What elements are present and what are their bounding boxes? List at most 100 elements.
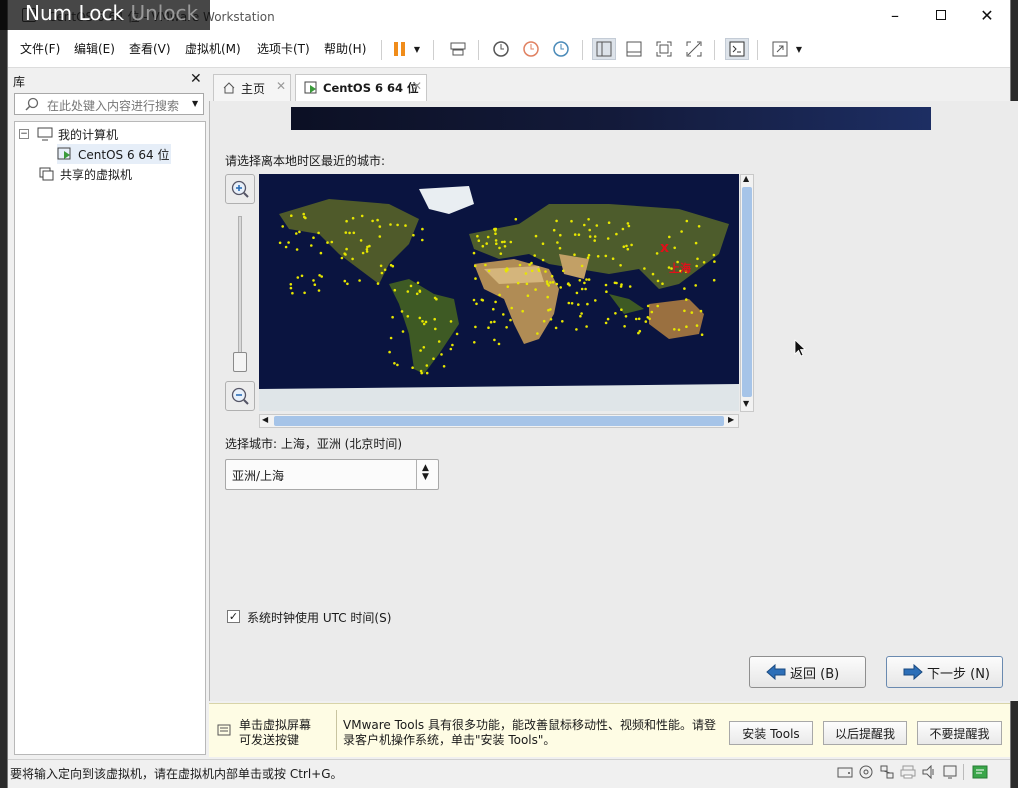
city-dot[interactable] [638, 329, 642, 333]
scroll-down-icon[interactable]: ▼ [743, 399, 749, 408]
city-dot[interactable] [418, 289, 422, 293]
city-dot[interactable] [380, 271, 384, 275]
city-dot[interactable] [505, 326, 508, 329]
minimize-button[interactable]: – [872, 0, 918, 30]
city-dot[interactable] [528, 263, 531, 266]
city-dot[interactable] [637, 317, 641, 321]
city-dot[interactable] [583, 281, 586, 285]
city-dot[interactable] [586, 256, 590, 259]
network-adapter-icon[interactable] [879, 765, 895, 779]
city-dot[interactable] [498, 246, 501, 250]
city-dot[interactable] [389, 263, 393, 267]
horizontal-scroll-thumb[interactable] [274, 416, 724, 426]
city-dot[interactable] [449, 347, 453, 351]
city-dot[interactable] [615, 232, 618, 236]
city-dot[interactable] [643, 267, 646, 270]
city-dot[interactable] [345, 247, 348, 251]
city-dot[interactable] [303, 215, 306, 219]
city-dot[interactable] [318, 274, 321, 277]
city-dot[interactable] [352, 231, 356, 235]
city-dot[interactable] [503, 245, 507, 248]
city-dot[interactable] [312, 236, 315, 239]
city-dot[interactable] [695, 324, 699, 327]
city-dot[interactable] [656, 279, 660, 283]
next-button[interactable]: 下一步 (N) [886, 656, 1003, 688]
city-dot[interactable] [546, 282, 549, 285]
city-dot[interactable] [626, 247, 630, 251]
utc-checkbox[interactable]: ✓ [227, 610, 240, 623]
city-dot[interactable] [580, 312, 583, 315]
city-dot[interactable] [685, 325, 688, 328]
city-dot[interactable] [668, 235, 671, 239]
snapshot-button[interactable] [489, 38, 513, 60]
city-dot[interactable] [300, 274, 304, 278]
city-dot[interactable] [584, 287, 587, 291]
city-dot[interactable] [545, 280, 549, 283]
city-dot[interactable] [505, 269, 508, 273]
city-dot[interactable] [442, 365, 446, 368]
city-dot[interactable] [361, 251, 365, 255]
city-dot[interactable] [509, 318, 512, 322]
city-dot[interactable] [607, 221, 611, 224]
city-dot[interactable] [499, 252, 503, 255]
city-dot[interactable] [486, 235, 490, 239]
city-dot[interactable] [489, 320, 493, 324]
city-dot[interactable] [623, 325, 626, 328]
city-dot[interactable] [281, 225, 284, 228]
city-dot[interactable] [677, 328, 681, 332]
timezone-map[interactable]: x 上海 [259, 174, 739, 411]
tab-home[interactable]: 主页 ✕ [213, 74, 291, 101]
city-dot[interactable] [561, 320, 564, 323]
city-dot[interactable] [344, 231, 348, 234]
city-dot[interactable] [302, 212, 305, 216]
city-dot[interactable] [514, 217, 518, 221]
city-dot[interactable] [421, 238, 424, 242]
city-dot[interactable] [695, 264, 698, 268]
city-dot[interactable] [477, 239, 481, 242]
city-dot[interactable] [530, 269, 534, 273]
city-dot[interactable] [554, 326, 558, 330]
tab-vm[interactable]: CentOS 6 64 位 ✕ [295, 74, 427, 101]
menu-file[interactable]: 文件(F) [20, 40, 60, 57]
city-dot[interactable] [558, 246, 562, 250]
city-dot[interactable] [317, 289, 321, 292]
timezone-select[interactable]: 亚洲/上海 ▲ ▼ [225, 459, 439, 490]
city-dot[interactable] [680, 230, 683, 233]
city-dot[interactable] [368, 244, 371, 248]
install-tools-button[interactable]: 安装 Tools [729, 721, 813, 745]
city-dot[interactable] [661, 282, 664, 285]
city-dot[interactable] [365, 250, 369, 253]
printer-icon[interactable] [900, 765, 916, 779]
city-dot[interactable] [525, 282, 529, 286]
city-dot[interactable] [587, 253, 591, 257]
city-dot[interactable] [544, 270, 547, 273]
unity-button[interactable] [682, 38, 706, 60]
city-dot[interactable] [419, 349, 422, 352]
city-dot[interactable] [605, 290, 608, 293]
stretch-dropdown-button[interactable]: ▼ [792, 38, 806, 60]
city-dot[interactable] [626, 222, 630, 225]
city-dot[interactable] [611, 257, 615, 260]
city-dot[interactable] [451, 343, 454, 347]
city-dot[interactable] [575, 291, 579, 295]
city-dot[interactable] [510, 306, 513, 310]
city-dot[interactable] [542, 319, 546, 323]
city-dot[interactable] [549, 281, 552, 284]
city-dot[interactable] [493, 320, 496, 324]
city-dot[interactable] [343, 252, 346, 255]
city-dot[interactable] [622, 245, 626, 248]
city-dot[interactable] [421, 227, 424, 231]
city-dot[interactable] [345, 219, 348, 223]
city-dot[interactable] [594, 299, 597, 302]
city-dot[interactable] [604, 321, 608, 325]
city-dot[interactable] [570, 219, 573, 223]
city-dot[interactable] [400, 310, 404, 313]
city-dot[interactable] [613, 281, 617, 285]
city-dot[interactable] [437, 340, 441, 343]
city-dot[interactable] [570, 302, 574, 305]
city-dot[interactable] [396, 363, 399, 367]
city-dot[interactable] [620, 308, 623, 311]
sound-card-icon[interactable] [921, 765, 937, 779]
map-vertical-scrollbar[interactable]: ▲ ▼ [740, 174, 754, 412]
city-dot[interactable] [502, 313, 505, 316]
